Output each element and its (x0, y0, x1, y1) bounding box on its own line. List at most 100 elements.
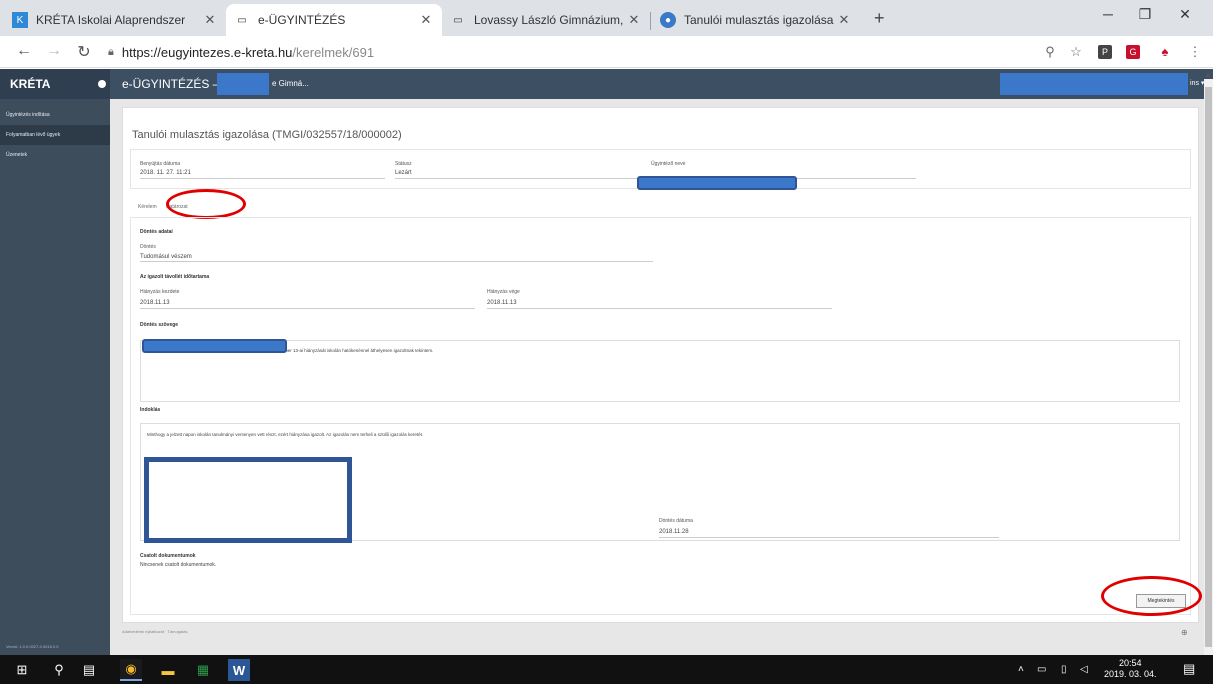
restore-icon[interactable]: ❐ (1130, 6, 1160, 23)
decision-panel: Döntés adatai Döntés Tudomásul vészem Az… (130, 217, 1191, 615)
new-tab-button[interactable]: + (874, 8, 885, 29)
close-icon[interactable]: ✕ (626, 12, 642, 28)
annotation-ellipse (166, 189, 246, 219)
user-redaction-box[interactable] (1000, 73, 1188, 95)
menu-dots-icon[interactable]: ⋮ (1185, 44, 1205, 60)
volume-icon[interactable]: ◁ (1080, 664, 1088, 675)
divider (659, 537, 999, 538)
reason-title: Indoklás (140, 407, 161, 413)
decision-text-value: ember 13-ai hiányzását iskolán hatókenén… (279, 348, 434, 353)
decision-label: Döntés (140, 244, 156, 250)
divider (140, 178, 385, 179)
decision-date-label: Döntés dátuma (659, 518, 693, 524)
browser-tab-kreta[interactable]: K KRÉTA Iskolai Alaprendszer ✕ (4, 4, 226, 36)
network-icon[interactable]: ▭ (1037, 664, 1046, 675)
scrollbar[interactable] (1204, 79, 1213, 655)
footer-links[interactable]: Adatvédelmi nyilatkozat · Támogatás (122, 629, 188, 634)
officer-label: Ügyintéző neve (651, 161, 686, 167)
extension-red-icon[interactable]: G (1126, 45, 1140, 59)
page-icon: ▭ (453, 14, 463, 26)
browser-toolbar: ← → ↻ 🔒︎ https://eugyintezes.e-kreta.hu /… (0, 36, 1213, 68)
chrome-icon[interactable]: ◉ (120, 659, 142, 681)
decision-value: Tudomásul vészem (140, 254, 192, 260)
scroll-up-icon[interactable]: ▲ (1204, 70, 1213, 79)
officer-redaction-box (637, 176, 797, 190)
page-title: Tanulói mulasztás igazolása (TMGI/032557… (132, 129, 402, 141)
extension-figure-icon[interactable]: ♠ (1155, 44, 1175, 59)
section-title: Döntés adatai (140, 229, 173, 235)
divider (140, 261, 653, 262)
close-icon[interactable]: ✕ (202, 12, 218, 28)
decision-text-redaction-box (142, 339, 287, 353)
status-value: Lezárt (395, 170, 412, 176)
window-close-icon[interactable]: ✕ (1170, 6, 1200, 23)
app-header: KRÉTA e-ÜGYINTÉZÉS – e Gimná... ins ▾ (0, 69, 1213, 99)
windows-start-icon[interactable]: ⊞ (11, 659, 33, 681)
user-menu-caret[interactable]: ins ▾ (1190, 79, 1204, 87)
divider (487, 308, 832, 309)
clock-date: 2019. 03. 04. (1104, 669, 1157, 679)
module-title: e-ÜGYINTÉZÉS – (122, 77, 220, 91)
browser-tab-tanuloi[interactable]: ● Tanulói mulasztás igazolása - e-Ü ✕ (652, 4, 860, 36)
browser-tab-eugyintezes[interactable]: ▭ e-ÜGYINTÉZÉS ✕ (226, 4, 442, 36)
version-text: Verzió: 1.0.0.0027-0.0016.0.0 (6, 644, 59, 649)
tab-divider (650, 12, 651, 30)
sidebar-item-in-progress[interactable]: Folyamatban lévő ügyek (0, 125, 110, 145)
tab-title: Lovassy László Gimnázium, Lovas (474, 13, 626, 27)
tray-chevron-icon[interactable]: ˄ (1018, 664, 1024, 675)
close-icon[interactable]: ✕ (418, 12, 434, 28)
word-icon[interactable]: W (228, 659, 250, 681)
brand-name: KRÉTA (10, 77, 51, 91)
annotation-ellipse (1101, 576, 1202, 616)
divider (140, 308, 475, 309)
lock-icon: 🔒︎ (108, 45, 114, 58)
tab-request[interactable]: Kérelem (138, 204, 157, 210)
submitted-value: 2018. 11. 27. 11:21 (140, 170, 191, 176)
search-icon[interactable]: ⚲ (48, 659, 70, 681)
url-host: https://eugyintezes.e-kreta.hu (121, 44, 293, 60)
menu-toggle-icon[interactable] (98, 80, 106, 88)
to-value: 2018.11.13 (487, 300, 517, 306)
notification-icon[interactable]: ▤ (1183, 661, 1195, 677)
back-arrow-icon[interactable]: ← (14, 42, 34, 60)
attachments-value: Nincsenek csatolt dokumentumok. (140, 562, 217, 568)
help-icon[interactable]: ⊕ (1181, 628, 1188, 637)
main-content: Tanulói mulasztás igazolása (TMGI/032557… (110, 99, 1204, 655)
redaction-box (217, 73, 269, 95)
decision-text-title: Döntés szövege (140, 322, 179, 328)
from-value: 2018.11.13 (140, 300, 170, 306)
browser-tab-strip: K KRÉTA Iskolai Alaprendszer ✕ ▭ e-ÜGYIN… (0, 0, 1213, 36)
address-bar[interactable]: 🔒︎ https://eugyintezes.e-kreta.hu/kerelm… (108, 40, 1038, 64)
to-label: Hiányzás vége (487, 289, 520, 295)
close-icon[interactable]: ✕ (836, 12, 852, 28)
tab-title: e-ÜGYINTÉZÉS (258, 13, 346, 27)
status-label: Státusz (395, 161, 412, 167)
extension-p-icon[interactable]: P (1098, 45, 1112, 59)
absence-title: Az igazolt távollét időtartama (140, 274, 210, 280)
reason-redaction-box (144, 457, 352, 543)
excel-icon[interactable]: ▦ (192, 659, 214, 681)
minimize-icon[interactable]: ─ (1093, 6, 1123, 22)
browser-tab-lovassy[interactable]: ▭ Lovassy László Gimnázium, Lovas ✕ (442, 4, 650, 36)
file-explorer-icon[interactable]: ▬ (157, 659, 179, 681)
taskbar: ⊞ ⚲ ▤ ◉ ▬ ▦ W ˄ ▭ ▯ ◁ 20:54 2019. 03. 04… (0, 655, 1213, 684)
school-name: e Gimná... (272, 79, 309, 88)
brand-logo[interactable]: KRÉTA (0, 69, 110, 99)
battery-icon[interactable]: ▯ (1061, 664, 1067, 675)
sidebar-item-start[interactable]: Ügyintézés indítása (0, 105, 110, 125)
tab-title: Tanulói mulasztás igazolása - e-Ü (684, 13, 836, 27)
star-icon[interactable]: ☆ (1066, 44, 1086, 60)
scrollbar-thumb[interactable] (1205, 87, 1212, 647)
attachments-title: Csatolt dokumentumok (140, 553, 196, 559)
request-card: Tanulói mulasztás igazolása (TMGI/032557… (122, 107, 1202, 623)
page-footer: Adatvédelmi nyilatkozat · Támogatás ⊕ (122, 628, 1199, 643)
clock-time: 20:54 (1119, 658, 1142, 668)
divider (395, 178, 640, 179)
reload-icon[interactable]: ↻ (74, 42, 94, 62)
forward-arrow-icon[interactable]: → (44, 42, 64, 60)
sidebar-item-messages[interactable]: Üzenetek (0, 145, 110, 165)
system-clock[interactable]: 20:54 2019. 03. 04. (1104, 658, 1157, 680)
task-view-icon[interactable]: ▤ (78, 659, 100, 681)
decision-text-area: ember 13-ai hiányzását iskolán hatókenén… (140, 340, 1180, 402)
zoom-icon[interactable]: ⚲ (1040, 44, 1060, 60)
